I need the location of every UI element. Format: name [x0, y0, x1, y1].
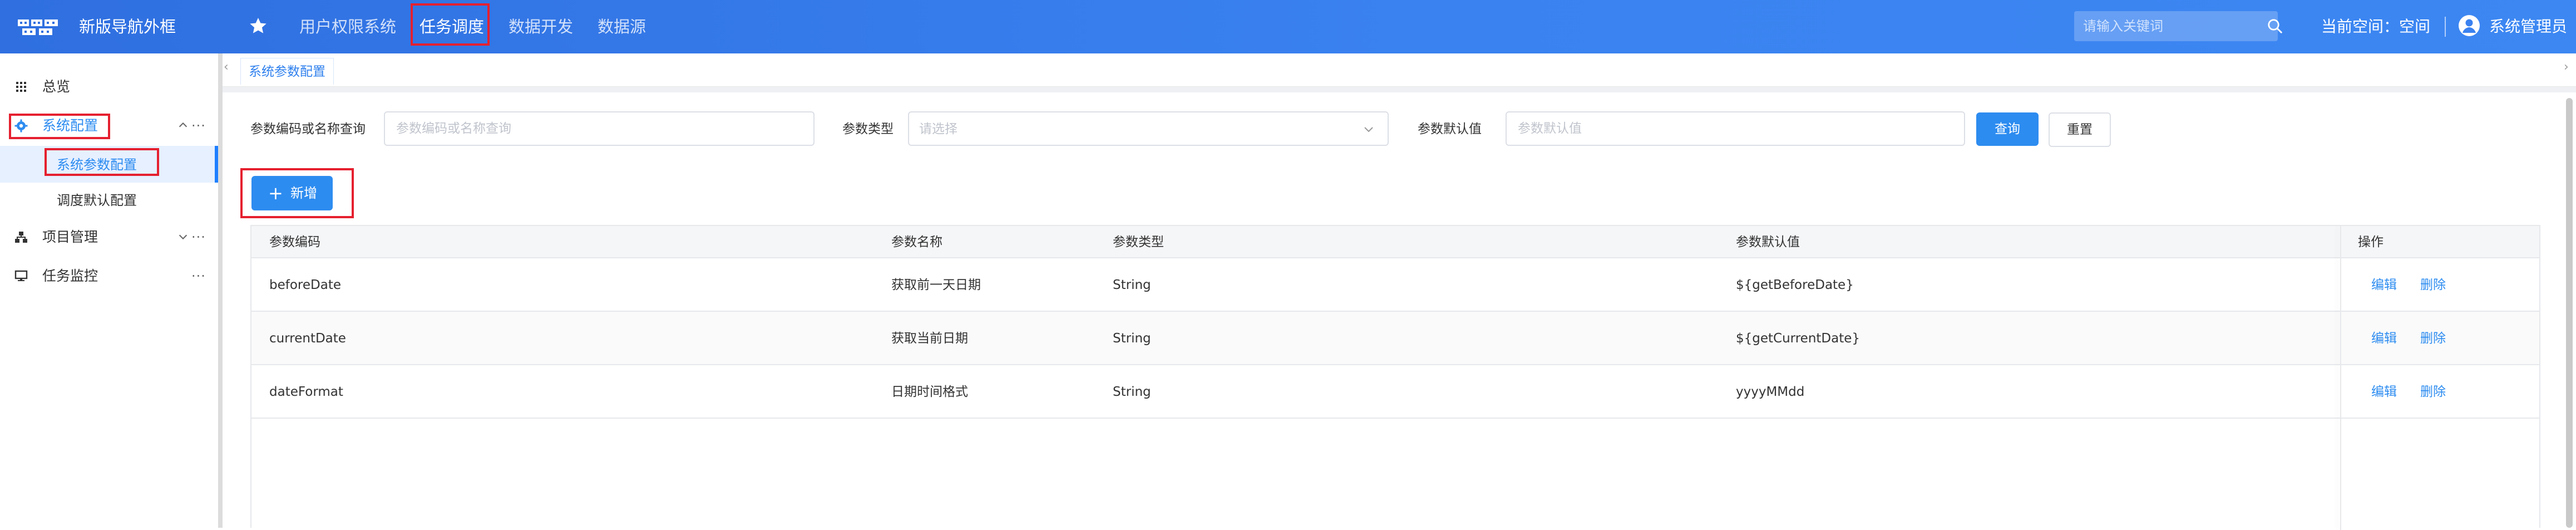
star-icon[interactable]: [248, 16, 268, 36]
reset-button[interactable]: 重置: [2049, 112, 2111, 147]
code-query-input[interactable]: [384, 111, 815, 146]
col-header-default: 参数默认值: [1736, 235, 1800, 249]
app-logo[interactable]: [17, 16, 60, 38]
edit-link[interactable]: 编辑: [2371, 258, 2397, 312]
param-type-select[interactable]: [908, 111, 1389, 146]
table-row: currentDate 获取当前日期 String ${getCurrentDa…: [251, 312, 2539, 365]
highlight-add-button: [240, 168, 354, 218]
nav-data-development[interactable]: 数据开发: [509, 14, 573, 39]
more-icon[interactable]: ···: [191, 220, 206, 254]
app-title: 新版导航外框: [79, 17, 176, 36]
code-query-label: 参数编码或名称查询: [250, 122, 366, 136]
sidebar-item-overview[interactable]: 总览: [0, 70, 218, 104]
default-value-input[interactable]: [1506, 111, 1965, 146]
default-value-label: 参数默认值: [1418, 122, 1482, 136]
chevron-down-icon[interactable]: [1362, 122, 1375, 136]
sidebar-subitem-schedule-defaults[interactable]: 调度默认配置: [57, 188, 137, 213]
table-row: dateFormat 日期时间格式 String yyyyMMdd 编辑 删除: [251, 365, 2539, 419]
cell-name: 日期时间格式: [891, 385, 968, 399]
delete-link[interactable]: 删除: [2420, 258, 2446, 312]
param-type-placeholder: 请选择: [919, 122, 958, 136]
header-divider: [2445, 17, 2446, 37]
search-icon[interactable]: [2267, 18, 2283, 35]
highlight-nav-task-scheduling: [411, 3, 490, 46]
user-avatar-icon[interactable]: [2458, 14, 2480, 37]
top-header: 新版导航外框 用户权限系统 任务调度 数据开发 数据源 当前空间：空间 系统管理…: [0, 0, 2576, 53]
nav-data-source[interactable]: 数据源: [598, 14, 646, 39]
delete-link[interactable]: 删除: [2420, 312, 2446, 365]
actions-column-divider: [2340, 226, 2341, 530]
chevron-up-icon[interactable]: [177, 119, 189, 131]
cell-default: ${getCurrentDate}: [1736, 331, 1861, 346]
delete-link[interactable]: 删除: [2420, 365, 2446, 419]
cell-code: beforeDate: [269, 278, 341, 292]
cell-default: yyyyMMdd: [1736, 385, 1805, 399]
col-header-code: 参数编码: [269, 235, 320, 249]
edit-link[interactable]: 编辑: [2371, 365, 2397, 419]
header-search-box[interactable]: [2074, 11, 2278, 41]
sidebar-item-project-management[interactable]: 项目管理 ···: [0, 220, 218, 254]
current-space[interactable]: 当前空间：空间: [2321, 16, 2430, 38]
edit-link[interactable]: 编辑: [2371, 312, 2397, 365]
query-button[interactable]: 查询: [1976, 112, 2039, 146]
tab-strip-divider: [223, 87, 2576, 92]
sidebar-item-label: 总览: [42, 78, 71, 95]
grid-icon: [16, 82, 26, 92]
table-header: 参数编码 参数名称 参数类型 参数默认值 操作: [251, 226, 2539, 258]
cell-name: 获取当前日期: [891, 331, 968, 346]
cell-type: String: [1113, 331, 1151, 346]
col-header-type: 参数类型: [1113, 235, 1164, 249]
tab-scroll-left-icon[interactable]: ‹: [224, 60, 229, 74]
col-header-actions: 操作: [2358, 235, 2383, 249]
chevron-down-icon[interactable]: [177, 230, 189, 243]
highlight-system-config: [9, 114, 110, 139]
params-table: 参数编码 参数名称 参数类型 参数默认值 操作 beforeDate 获取前一天…: [250, 225, 2540, 530]
search-input[interactable]: [2082, 16, 2243, 37]
sidebar-item-label: 项目管理: [42, 229, 98, 245]
highlight-system-params: [45, 148, 159, 176]
cell-code: currentDate: [269, 331, 346, 346]
tab-system-params[interactable]: 系统参数配置: [240, 58, 334, 85]
param-type-label: 参数类型: [842, 122, 894, 136]
tab-scroll-right-icon[interactable]: ›: [2564, 60, 2569, 74]
cell-type: String: [1113, 385, 1151, 399]
cell-type: String: [1113, 278, 1151, 292]
sitemap-icon: [15, 232, 27, 243]
sidebar-item-label: 任务监控: [42, 268, 98, 284]
nav-user-permission[interactable]: 用户权限系统: [299, 14, 396, 39]
sidebar-item-task-monitor[interactable]: 任务监控 ···: [0, 259, 218, 293]
user-name[interactable]: 系统管理员: [2489, 16, 2567, 38]
monitor-icon: [14, 270, 28, 281]
cell-default: ${getBeforeDate}: [1736, 278, 1854, 292]
sidebar-resize-edge[interactable]: [218, 53, 223, 528]
cell-name: 获取前一天日期: [891, 278, 981, 292]
tab-strip: [223, 53, 2576, 87]
content-scrollbar[interactable]: [2566, 98, 2573, 528]
col-header-name: 参数名称: [891, 235, 942, 249]
more-icon[interactable]: ···: [191, 109, 206, 143]
table-row: beforeDate 获取前一天日期 String ${getBeforeDat…: [251, 258, 2539, 312]
cell-code: dateFormat: [269, 385, 343, 399]
more-icon[interactable]: ···: [191, 259, 206, 293]
